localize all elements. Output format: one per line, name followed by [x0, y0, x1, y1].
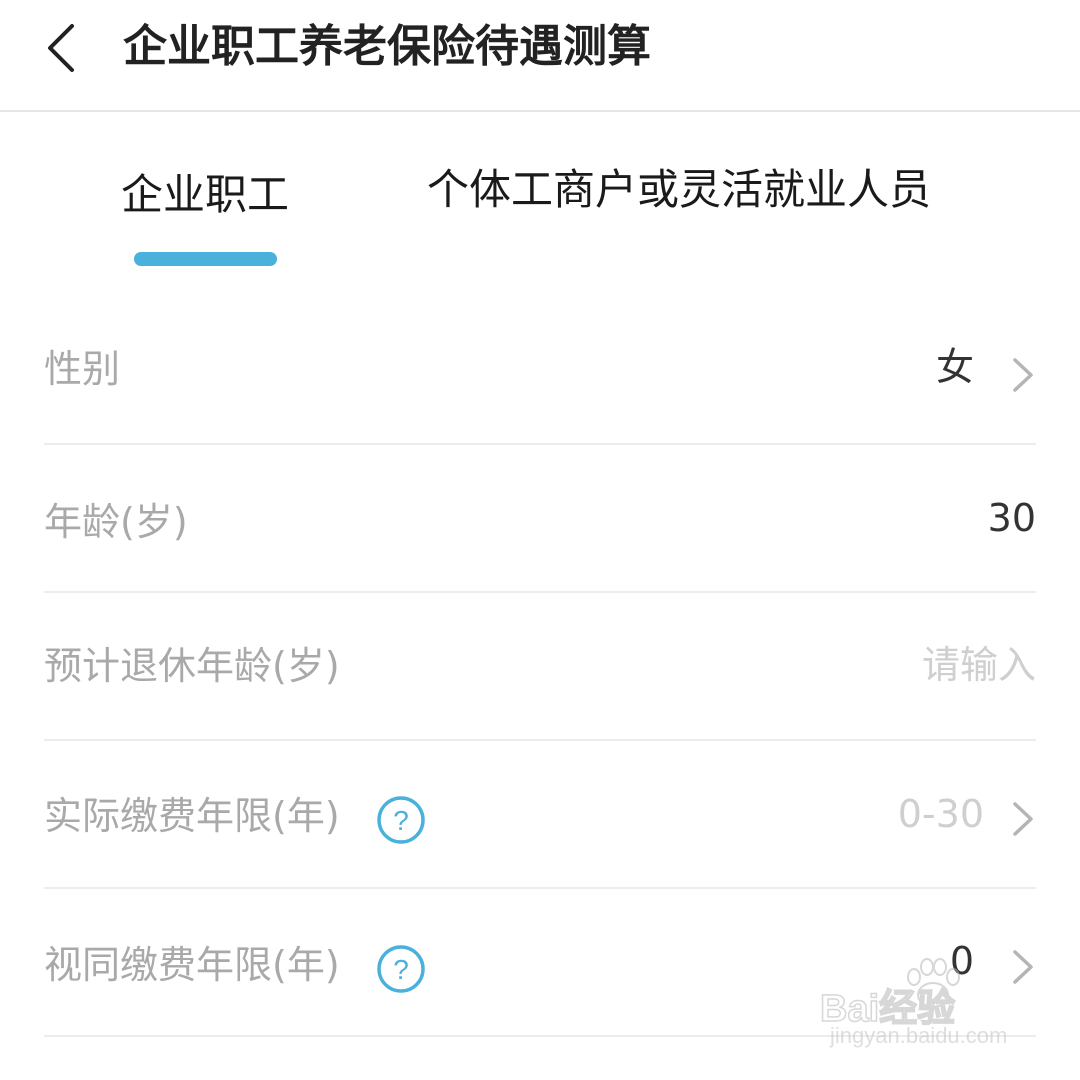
title-bar: 企业职工养老保险待遇测算	[0, 0, 1080, 112]
svg-text:?: ?	[393, 954, 409, 985]
gender-row[interactable]: 性别 女	[44, 297, 1036, 445]
back-button[interactable]	[36, 18, 96, 78]
svg-text:?: ?	[393, 805, 409, 836]
gender-value: 女	[935, 345, 974, 389]
age-input[interactable]: 30	[988, 488, 1036, 548]
age-row[interactable]: 年龄(岁) 30	[44, 445, 1036, 593]
page-title: 企业职工养老保险待遇测算	[123, 21, 651, 72]
question-circle-icon[interactable]: ?	[376, 944, 426, 994]
actual-years-label: 实际缴费年限(年)	[44, 794, 340, 838]
actual-years-value: 0-30	[897, 792, 984, 836]
baidu-jingyan-watermark: Bai经验 jingyan.baidu.com	[819, 955, 1050, 1065]
question-circle-icon[interactable]: ?	[376, 795, 426, 845]
age-label: 年龄(岁)	[44, 500, 188, 544]
deemed-years-label: 视同缴费年限(年)	[44, 943, 340, 987]
actual-years-row[interactable]: 实际缴费年限(年) ? 0-30	[44, 741, 1036, 889]
tab-enterprise-employee[interactable]: 企业职工	[103, 160, 307, 230]
tab-self-employed[interactable]: 个体工商户或灵活就业人员	[427, 155, 931, 225]
retire-age-label: 预计退休年龄(岁)	[44, 644, 340, 688]
chevron-right-icon	[1013, 358, 1033, 392]
gender-label: 性别	[44, 347, 121, 391]
retire-age-row[interactable]: 预计退休年龄(岁) 请输入	[44, 593, 1036, 741]
chevron-right-icon	[1013, 802, 1033, 836]
retire-age-input[interactable]: 请输入	[922, 635, 1036, 695]
active-tab-indicator	[134, 252, 277, 266]
chevron-left-icon	[48, 24, 74, 72]
page: 企业职工养老保险待遇测算 企业职工 个体工商户或灵活就业人员 性别 女 年龄(岁…	[0, 0, 1080, 1080]
watermark-url: jingyan.baidu.com	[830, 1023, 1008, 1048]
